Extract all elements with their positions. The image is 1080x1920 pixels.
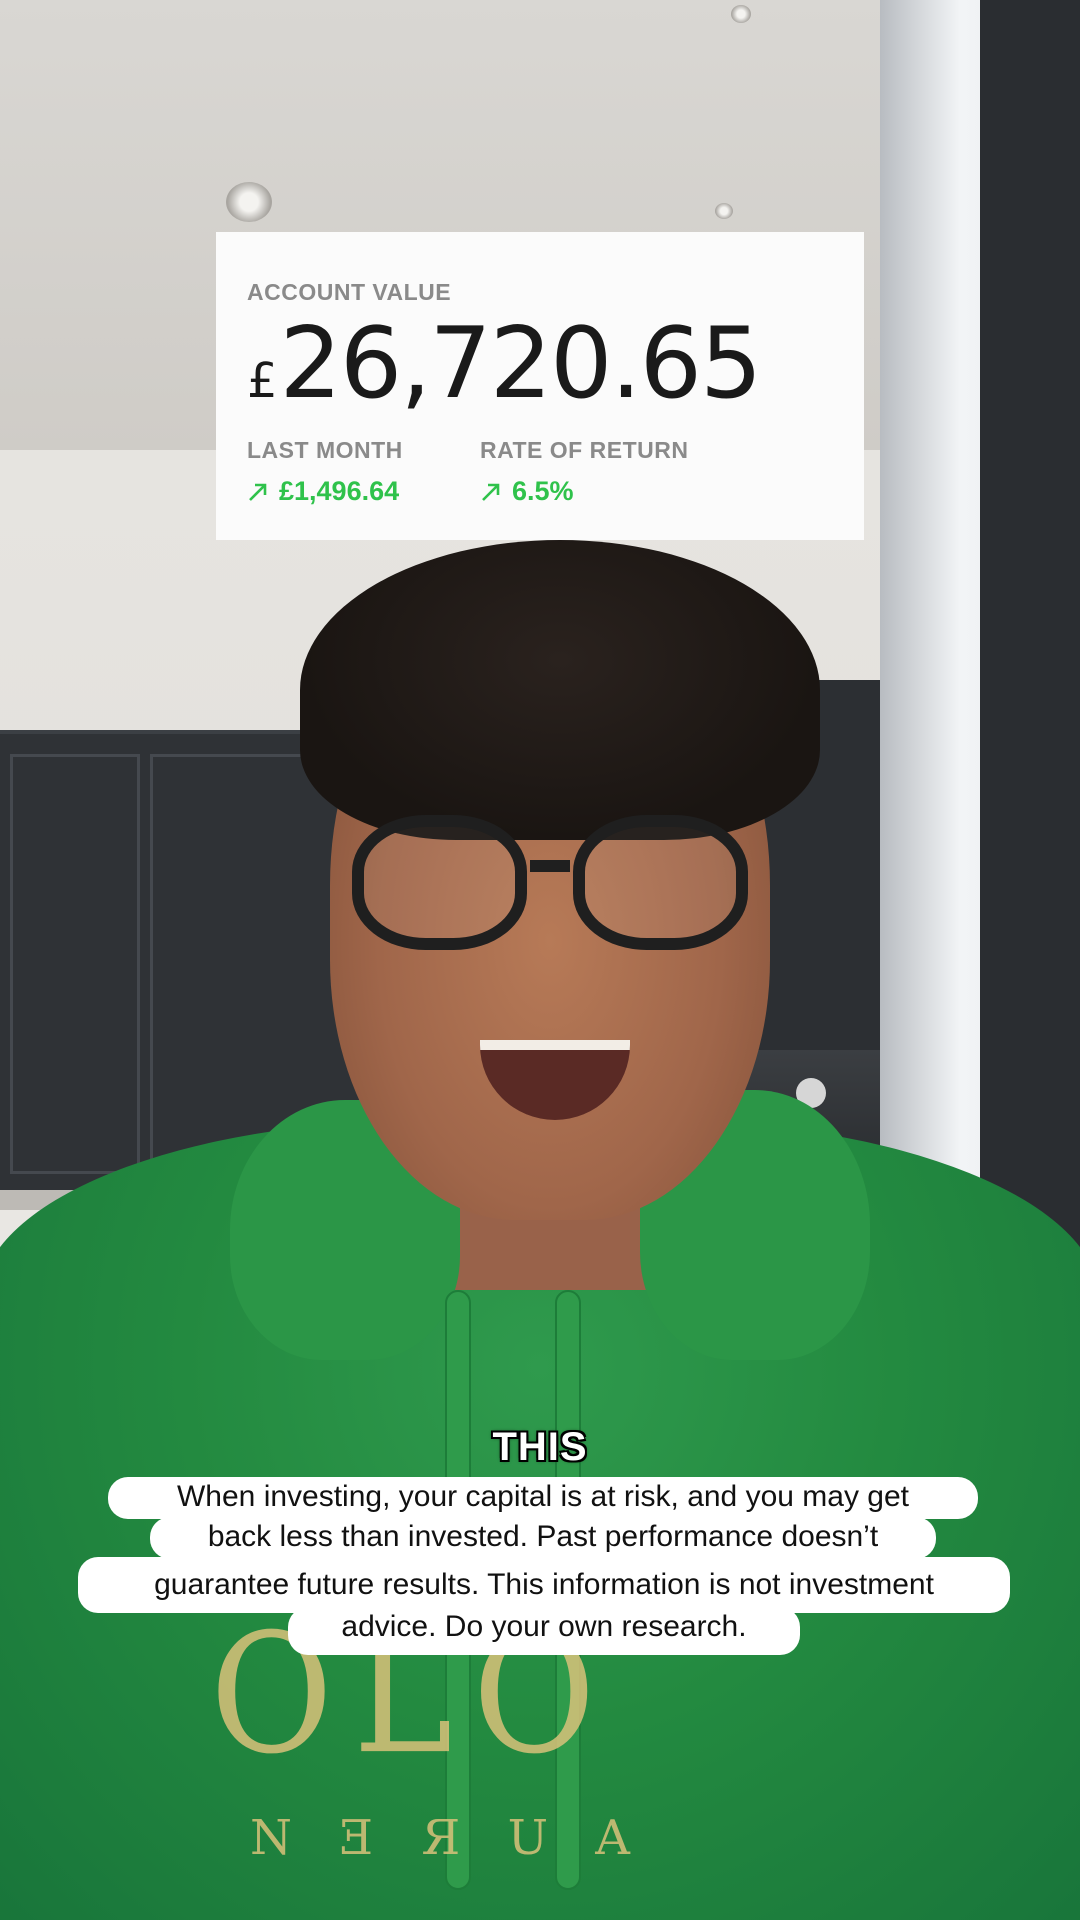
disclaimer-line-4: advice. Do your own research. — [288, 1607, 800, 1655]
ceiling-spotlight-icon — [731, 5, 751, 23]
arrow-up-right-icon — [249, 483, 267, 501]
glasses-bridge — [530, 860, 570, 872]
glasses-right-icon — [573, 815, 748, 950]
disclaimer-line-2: back less than invested. Past performanc… — [150, 1517, 936, 1559]
rate-of-return-value: 6.5% — [512, 476, 574, 506]
last-month-label: LAST MONTH — [247, 437, 403, 463]
rate-of-return-stat: RATE OF RETURN 6.5% — [480, 436, 688, 507]
arrow-up-right-icon — [482, 483, 500, 501]
window-curtain — [980, 0, 1080, 1300]
video-frame: OLO N Ǝ Я U A ACCOUNT VALUE £ 26,720.65 … — [0, 0, 1080, 1920]
rate-of-return-value-row: 6.5% — [480, 476, 688, 507]
account-value-amount: 26,720.65 — [279, 307, 763, 421]
disclaimer-line-3: guarantee future results. This informati… — [78, 1557, 1010, 1613]
stats-row: LAST MONTH £1,496.64 RATE OF RETURN 6.5% — [247, 436, 834, 507]
caption-highlight-word: THIS — [492, 1425, 588, 1469]
ceiling-spotlight-icon — [226, 182, 272, 222]
disclaimer-line-1: When investing, your capital is at risk,… — [108, 1477, 978, 1519]
person-hair — [300, 540, 820, 840]
rate-of-return-label: RATE OF RETURN — [480, 437, 689, 463]
account-value-row: £ 26,720.65 — [247, 314, 834, 414]
last-month-stat: LAST MONTH £1,496.64 — [247, 436, 480, 507]
last-month-value-row: £1,496.64 — [247, 476, 480, 507]
glasses-left-icon — [352, 815, 527, 950]
ceiling-spotlight-icon — [715, 203, 733, 219]
last-month-value: £1,496.64 — [279, 476, 400, 506]
currency-symbol: £ — [247, 353, 278, 409]
hoodie-logo-graphic-small: N Ǝ Я U A — [250, 1810, 646, 1866]
account-value-card: ACCOUNT VALUE £ 26,720.65 LAST MONTH £1,… — [216, 232, 864, 540]
account-value-label: ACCOUNT VALUE — [247, 279, 452, 305]
